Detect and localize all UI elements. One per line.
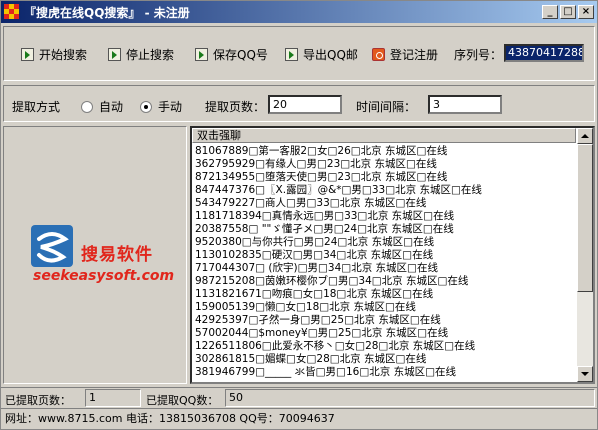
vertical-scrollbar[interactable] bbox=[577, 128, 593, 382]
list-item[interactable]: 1130102835□硬汉□男□34□北京 东城区□在线 bbox=[195, 249, 575, 262]
start-search-button[interactable]: 开始搜索 bbox=[21, 45, 87, 63]
register-label: 登记注册 bbox=[390, 47, 439, 62]
list-item[interactable]: 872134955□堕落天使□男□23□北京 东城区□在线 bbox=[195, 171, 575, 184]
results-list[interactable]: 双击强聊 81067889□第一客服2□女□26□北京 东城区□在线 362795… bbox=[190, 126, 595, 384]
list-item[interactable]: 987215208□茵嫩环樱你ブ□男□34□北京 东城区□在线 bbox=[195, 275, 575, 288]
options-panel: 提取方式 自动 手动 提取页数： 20 时间间隔： 3 bbox=[3, 85, 595, 122]
list-item[interactable]: 1131821671□吻痕□女□18□北京 东城区□在线 bbox=[195, 288, 575, 301]
list-item[interactable]: 1181718394□真情永远□男□33□北京 东城区□在线 bbox=[195, 210, 575, 223]
save-qq-label: 保存QQ号 bbox=[213, 47, 268, 62]
stop-search-button[interactable]: 停止搜索 bbox=[108, 45, 174, 63]
list-item[interactable]: 543479227□商人□男□33□北京 东城区□在线 bbox=[195, 197, 575, 210]
list-item[interactable]: 42925397□孑然一身□男□25□北京 东城区□在线 bbox=[195, 314, 575, 327]
pages-label: 提取页数： bbox=[205, 100, 266, 114]
maximize-button[interactable]: □ bbox=[560, 5, 576, 19]
start-search-label: 开始搜索 bbox=[39, 47, 88, 62]
list-item[interactable]: 362795929□有缘人□男□23□北京 东城区□在线 bbox=[195, 158, 575, 171]
auto-radio-label: 自动 bbox=[99, 100, 124, 114]
play-icon bbox=[108, 47, 121, 61]
minimize-button[interactable]: _ bbox=[542, 5, 558, 19]
interval-label: 时间间隔： bbox=[356, 100, 417, 114]
logo-panel: 搜易软件 seekeasysoft.com bbox=[3, 126, 187, 384]
stop-search-label: 停止搜索 bbox=[126, 47, 175, 62]
toolbar: 开始搜索 停止搜索 保存QQ号 导出QQ邮 登记注册 序列号： 43870417… bbox=[3, 26, 595, 81]
list-item[interactable]: 20387558□ ""ゞ懂孑メ□男□24□北京 东城区□在线 bbox=[195, 223, 575, 236]
list-item[interactable]: 57002044□$money¥□男□25□北京 东城区□在线 bbox=[195, 327, 575, 340]
list-item[interactable]: 847447376□〖X.露园〗@&*□男□33□北京 东城区□在线 bbox=[195, 184, 575, 197]
manual-radio-label: 手动 bbox=[158, 100, 183, 114]
scroll-down-arrow-icon[interactable] bbox=[577, 366, 593, 382]
logo-mark-icon bbox=[31, 225, 73, 267]
play-icon bbox=[195, 47, 208, 61]
play-icon bbox=[21, 47, 34, 61]
scroll-thumb[interactable] bbox=[577, 144, 593, 292]
play-icon bbox=[285, 47, 298, 61]
window-title: 『搜虎在线QQ搜索』 - 未注册 bbox=[24, 5, 190, 20]
list-item[interactable]: 81067889□第一客服2□女□26□北京 东城区□在线 bbox=[195, 145, 575, 158]
register-button[interactable]: 登记注册 bbox=[372, 45, 438, 63]
list-header[interactable]: 双击强聊 bbox=[192, 128, 576, 143]
title-bar[interactable]: 『搜虎在线QQ搜索』 - 未注册 _ □ × bbox=[1, 1, 597, 23]
app-window: 『搜虎在线QQ搜索』 - 未注册 _ □ × 开始搜索 停止搜索 保存QQ号 导… bbox=[0, 0, 598, 430]
save-qq-button[interactable]: 保存QQ号 bbox=[195, 45, 268, 63]
status-bar: 已提取页数： 1 已提取QQ数： 50 bbox=[1, 387, 597, 407]
interval-input[interactable]: 3 bbox=[428, 95, 502, 114]
serial-input[interactable]: 438704172888 bbox=[504, 44, 584, 62]
pages-extracted-value: 1 bbox=[85, 389, 141, 407]
logo-english-text: seekeasysoft.com bbox=[33, 268, 175, 284]
scroll-up-arrow-icon[interactable] bbox=[577, 128, 593, 144]
list-item[interactable]: 9520380□与你共行□男□24□北京 东城区□在线 bbox=[195, 236, 575, 249]
export-email-label: 导出QQ邮 bbox=[303, 47, 358, 62]
pages-extracted-label: 已提取页数： bbox=[5, 394, 71, 407]
qq-extracted-label: 已提取QQ数： bbox=[146, 394, 219, 407]
list-item[interactable]: 1226511806□此爱永不移丶□女□28□北京 东城区□在线 bbox=[195, 340, 575, 353]
auto-radio[interactable]: 自动 bbox=[81, 98, 123, 115]
footer-info: 网址：www.8715.com 电话：13815036708 QQ号：70094… bbox=[1, 408, 597, 429]
export-email-button[interactable]: 导出QQ邮 bbox=[285, 45, 358, 63]
mode-label: 提取方式 bbox=[12, 100, 61, 114]
app-icon bbox=[4, 4, 20, 20]
serial-label: 序列号： bbox=[454, 48, 503, 62]
qq-extracted-value: 50 bbox=[225, 389, 595, 407]
pages-input[interactable]: 20 bbox=[268, 95, 342, 114]
close-button[interactable]: × bbox=[578, 5, 594, 19]
register-icon bbox=[372, 47, 385, 61]
radio-checked-icon bbox=[140, 100, 152, 113]
list-item[interactable]: 717044307□ (欣宇)□男□34□北京 东城区□在线 bbox=[195, 262, 575, 275]
manual-radio[interactable]: 手动 bbox=[140, 98, 182, 115]
radio-circle-icon bbox=[81, 100, 93, 113]
logo-chinese-text: 搜易软件 bbox=[81, 245, 153, 265]
rows-container: 81067889□第一客服2□女□26□北京 东城区□在线 362795929□有… bbox=[195, 145, 575, 379]
list-item[interactable]: 159005139□懒□女□18□北京 东城区□在线 bbox=[195, 301, 575, 314]
list-item[interactable]: 381946799□_____ 氺皆□男□16□北京 东城区□在线 bbox=[195, 366, 575, 379]
list-item[interactable]: 302861815□媚蝶□女□28□北京 东城区□在线 bbox=[195, 353, 575, 366]
